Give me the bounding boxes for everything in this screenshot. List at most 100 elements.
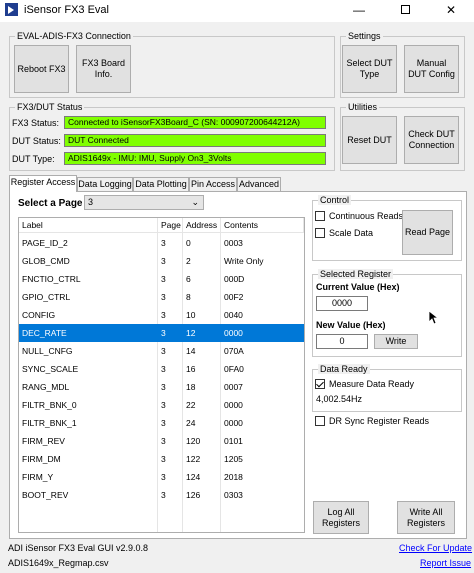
row-label: NULL_CNFG xyxy=(22,346,73,356)
fx3-status-label: FX3 Status: xyxy=(12,118,60,128)
dr-sync-checkbox[interactable] xyxy=(315,416,325,426)
fx3-board-info-button[interactable]: FX3 Board Info. xyxy=(76,45,131,93)
title-bar: iSensor FX3 Eval — ✕ xyxy=(0,0,474,22)
row-contents: 0303 xyxy=(224,490,243,500)
table-row[interactable]: NULL_CNFG 3 14 070A xyxy=(19,342,304,360)
table-row[interactable]: CONFIG 3 10 0040 xyxy=(19,306,304,324)
row-label: RANG_MDL xyxy=(22,382,70,392)
continuous-reads-label: Continuous Reads xyxy=(329,211,404,221)
measure-data-ready-label: Measure Data Ready xyxy=(329,379,415,389)
row-address: 18 xyxy=(186,382,196,392)
page-select[interactable]: 3 ⌄ xyxy=(84,195,204,210)
check-for-update-link[interactable]: Check For Update xyxy=(399,543,472,553)
manual-dut-config-button[interactable]: Manual DUT Config xyxy=(404,45,459,93)
row-page: 3 xyxy=(161,454,166,464)
table-row[interactable]: FILTR_BNK_1 3 24 0000 xyxy=(19,414,304,432)
maximize-button[interactable] xyxy=(382,0,428,22)
tab-register-access[interactable]: Register Access xyxy=(9,175,77,192)
table-row[interactable]: FIRM_DM 3 122 1205 xyxy=(19,450,304,468)
write-all-registers-button[interactable]: Write All Registers xyxy=(397,501,455,534)
check-dut-connection-button[interactable]: Check DUT Connection xyxy=(404,116,459,164)
row-contents: 00F2 xyxy=(224,292,244,302)
table-row[interactable]: GLOB_CMD 3 2 Write Only xyxy=(19,252,304,270)
table-header: Label Page Address Contents xyxy=(19,218,304,233)
row-label: FNCTIO_CTRL xyxy=(22,274,81,284)
row-contents: 070A xyxy=(224,346,244,356)
row-address: 0 xyxy=(186,238,191,248)
row-address: 122 xyxy=(186,454,201,464)
minimize-button[interactable]: — xyxy=(336,0,382,22)
row-page: 3 xyxy=(161,292,166,302)
app-logo-icon xyxy=(5,3,18,16)
register-table[interactable]: Label Page Address Contents PAGE_ID_2 3 … xyxy=(18,217,305,533)
table-row[interactable]: RANG_MDL 3 18 0007 xyxy=(19,378,304,396)
settings-group-label: Settings xyxy=(346,31,383,41)
row-address: 8 xyxy=(186,292,191,302)
read-page-button[interactable]: Read Page xyxy=(402,210,453,255)
report-issue-link[interactable]: Report Issue xyxy=(420,558,471,568)
table-row[interactable]: PAGE_ID_2 3 0 0003 xyxy=(19,234,304,252)
continuous-reads-checkbox[interactable] xyxy=(315,211,325,221)
row-page: 3 xyxy=(161,346,166,356)
row-page: 3 xyxy=(161,256,166,266)
row-label: CONFIG xyxy=(22,310,56,320)
row-label: GPIO_CTRL xyxy=(22,292,71,302)
header-page[interactable]: Page xyxy=(158,218,183,233)
table-row[interactable]: FILTR_BNK_0 3 22 0000 xyxy=(19,396,304,414)
new-value-field[interactable]: 0 xyxy=(316,334,368,349)
maximize-icon xyxy=(400,5,410,15)
reboot-fx3-button[interactable]: Reboot FX3 xyxy=(14,45,69,93)
write-button[interactable]: Write xyxy=(374,334,418,349)
scale-data-checkbox[interactable] xyxy=(315,228,325,238)
row-address: 6 xyxy=(186,274,191,284)
log-all-registers-button[interactable]: Log All Registers xyxy=(313,501,369,534)
connection-group-label: EVAL-ADIS-FX3 Connection xyxy=(15,31,133,41)
row-address: 126 xyxy=(186,490,201,500)
current-value-field[interactable]: 0000 xyxy=(316,296,368,311)
table-row[interactable]: FIRM_Y 3 124 2018 xyxy=(19,468,304,486)
row-contents: 0003 xyxy=(224,238,243,248)
row-contents: 0000 xyxy=(224,328,243,338)
tab-data-logging[interactable]: Data Logging xyxy=(77,177,133,191)
table-row[interactable]: GPIO_CTRL 3 8 00F2 xyxy=(19,288,304,306)
select-dut-type-button[interactable]: Select DUT Type xyxy=(342,45,397,93)
table-row[interactable]: SYNC_SCALE 3 16 0FA0 xyxy=(19,360,304,378)
row-label: BOOT_REV xyxy=(22,490,69,500)
row-address: 12 xyxy=(186,328,196,338)
reset-dut-button[interactable]: Reset DUT xyxy=(342,116,397,164)
row-address: 10 xyxy=(186,310,196,320)
row-page: 3 xyxy=(161,400,166,410)
header-contents[interactable]: Contents xyxy=(221,218,304,233)
table-row[interactable]: FIRM_REV 3 120 0101 xyxy=(19,432,304,450)
row-page: 3 xyxy=(161,328,166,338)
table-row-selected[interactable]: DEC_RATE 3 12 0000 xyxy=(19,324,304,342)
fx3-status-value: Connected to iSensorFX3Board_C (SN: 0009… xyxy=(64,116,326,129)
select-page-label: Select a Page xyxy=(18,198,83,209)
control-group-label: Control xyxy=(318,195,352,205)
table-row[interactable]: BOOT_REV 3 126 0303 xyxy=(19,486,304,504)
row-page: 3 xyxy=(161,310,166,320)
row-contents: 0000 xyxy=(224,418,243,428)
tab-advanced[interactable]: Advanced xyxy=(237,177,281,191)
row-label: PAGE_ID_2 xyxy=(22,238,68,248)
data-ready-group-label: Data Ready xyxy=(318,364,370,374)
dut-type-value: ADIS1649x - IMU: IMU, Supply On3_3Volts xyxy=(64,152,326,165)
row-page: 3 xyxy=(161,490,166,500)
row-page: 3 xyxy=(161,364,166,374)
header-label[interactable]: Label xyxy=(19,218,158,233)
table-row[interactable]: FNCTIO_CTRL 3 6 000D xyxy=(19,270,304,288)
row-page: 3 xyxy=(161,418,166,428)
row-page: 3 xyxy=(161,382,166,392)
page-select-value: 3 xyxy=(88,197,94,207)
dut-type-label: DUT Type: xyxy=(12,154,55,164)
row-address: 16 xyxy=(186,364,196,374)
tab-pin-access[interactable]: Pin Access xyxy=(189,177,237,191)
row-label: FILTR_BNK_1 xyxy=(22,418,77,428)
header-address[interactable]: Address xyxy=(183,218,221,233)
data-ready-rate: 4,002.54Hz xyxy=(316,394,363,404)
row-page: 3 xyxy=(161,472,166,482)
tab-data-plotting[interactable]: Data Plotting xyxy=(133,177,189,191)
measure-data-ready-checkbox[interactable] xyxy=(315,379,325,389)
dut-status-label: DUT Status: xyxy=(12,136,61,146)
close-button[interactable]: ✕ xyxy=(428,0,474,22)
